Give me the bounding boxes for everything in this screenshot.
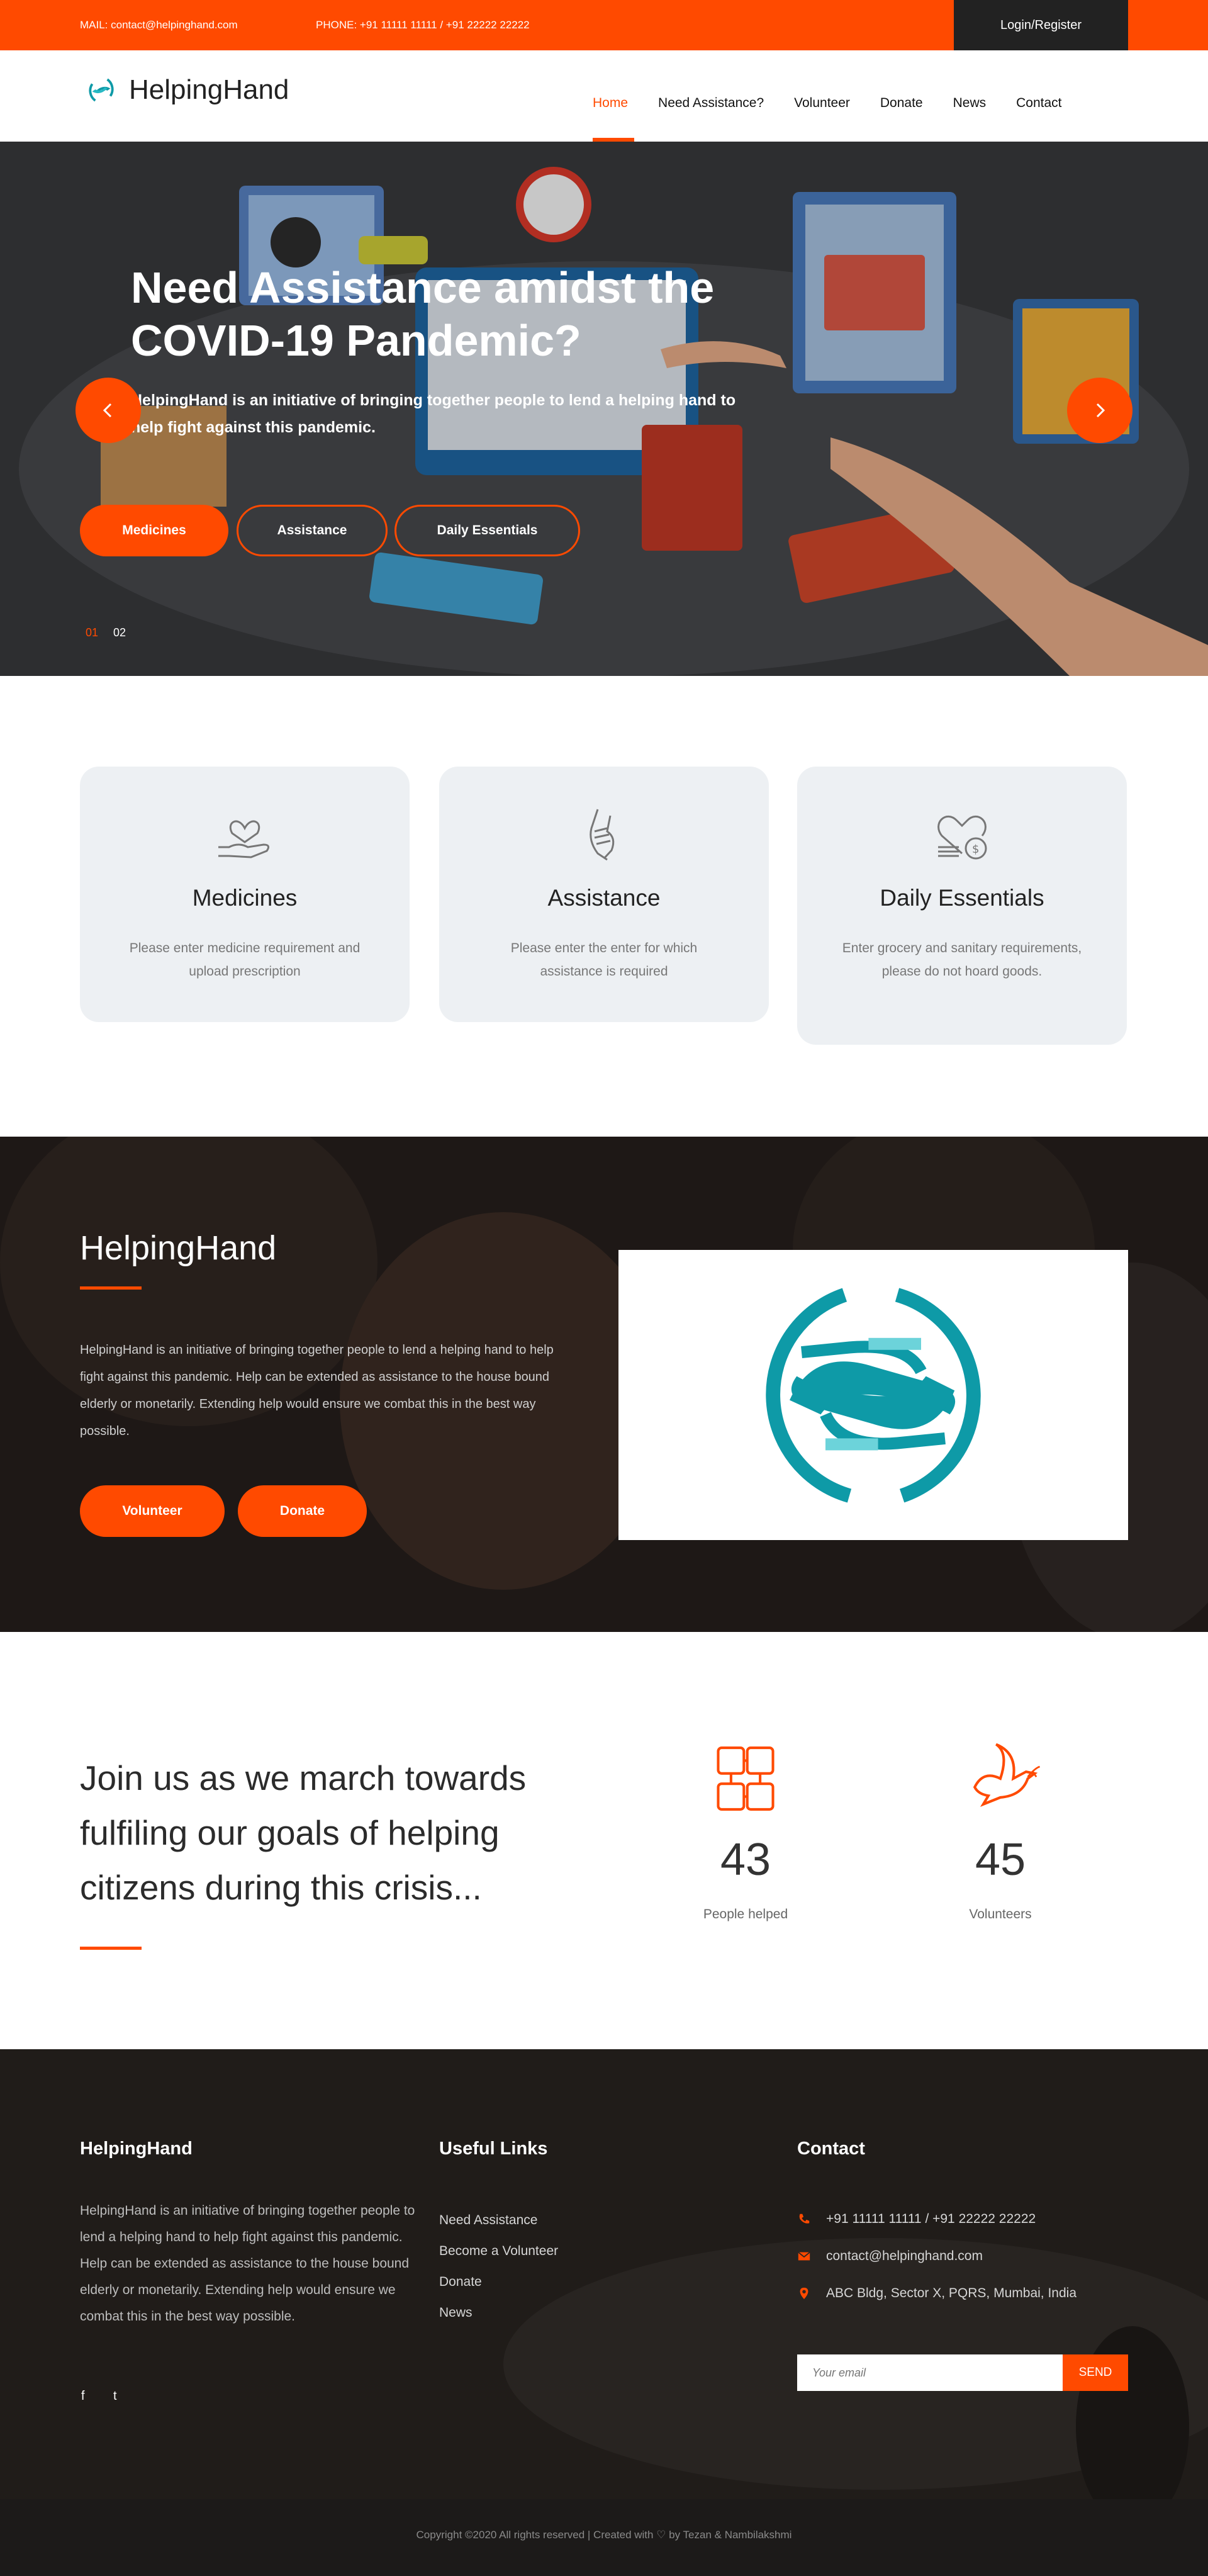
service-desc: Please enter medicine requirement and up…	[129, 941, 361, 979]
nav-links: Home Need Assistance? Volunteer Donate N…	[593, 96, 1092, 111]
service-card-assistance[interactable]: Assistance Please enter the enter for wh…	[439, 767, 769, 1022]
top-phone: PHONE: +91 11111 11111 / +91 22222 22222	[316, 19, 530, 31]
footer-contact-mail: contact@helpinghand.com	[797, 2249, 983, 2264]
about-logo-image	[618, 1250, 1128, 1540]
footer-link-need-assistance[interactable]: Need Assistance	[439, 2213, 537, 2228]
location-pin-icon	[800, 2287, 808, 2300]
hero-daily-essentials-button[interactable]: Daily Essentials	[394, 505, 580, 556]
chevron-right-icon	[1096, 403, 1105, 418]
stat-value: 43	[720, 1835, 771, 1885]
nav-need-assistance[interactable]: Need Assistance?	[658, 96, 764, 111]
newsletter-form: SEND	[797, 2354, 1128, 2391]
about-section: HelpingHand HelpingHand is an initiative…	[0, 1137, 1208, 1632]
about-divider	[80, 1286, 142, 1290]
footer-contact-address: ABC Bldg, Sector X, PQRS, Mumbai, India	[797, 2286, 1077, 2301]
hero-title: Need Assistance amidst the COVID-19 Pand…	[131, 263, 715, 365]
brand[interactable]: HelpingHand	[86, 74, 289, 106]
joined-hands-icon	[717, 1746, 775, 1811]
contact-phone-text: +91 11111 11111 / +91 22222 22222	[826, 2212, 1036, 2226]
slide-indicator-2[interactable]: 02	[113, 626, 126, 639]
login-register-button[interactable]: Login/Register	[954, 0, 1128, 50]
hero-slider: Need Assistance amidst the COVID-19 Pand…	[0, 142, 1208, 676]
footer-contact-heading: Contact	[797, 2139, 865, 2159]
footer-link-become-volunteer[interactable]: Become a Volunteer	[439, 2244, 558, 2259]
service-card-daily-essentials[interactable]: $ Daily Essentials Enter grocery and san…	[797, 767, 1127, 1045]
join-divider	[80, 1947, 142, 1950]
nav-news[interactable]: News	[953, 96, 987, 111]
facebook-icon[interactable]: f	[81, 2389, 85, 2404]
service-title: Medicines	[192, 885, 298, 911]
service-desc: Enter grocery and sanitary requirements,…	[842, 941, 1082, 979]
helping-hands-icon	[590, 809, 615, 861]
brand-name: HelpingHand	[129, 74, 289, 105]
service-card-medicines[interactable]: Medicines Please enter medicine requirem…	[80, 767, 410, 1022]
slider-prev-button[interactable]	[76, 378, 141, 443]
newsletter-send-button[interactable]: SEND	[1063, 2354, 1128, 2391]
stat-value: 45	[975, 1835, 1026, 1885]
join-title: Join us as we march towards fulfiling ou…	[80, 1758, 527, 1907]
contact-mail-text: contact@helpinghand.com	[826, 2249, 983, 2263]
logo-icon	[89, 78, 114, 102]
service-desc: Please enter the enter for which assista…	[510, 941, 698, 979]
top-mail: MAIL: contact@helpinghand.com	[80, 19, 238, 31]
slide-indicator-1[interactable]: 01	[86, 626, 98, 639]
stat-label: People helped	[703, 1907, 788, 1921]
dove-icon	[973, 1743, 1041, 1807]
about-title: HelpingHand	[80, 1229, 277, 1267]
footer-link-news[interactable]: News	[439, 2305, 473, 2320]
service-title: Assistance	[547, 885, 661, 911]
hero-medicines-button[interactable]: Medicines	[80, 505, 228, 556]
footer-links-heading: Useful Links	[439, 2139, 548, 2159]
hero-subtitle: HelpingHand is an initiative of bringing…	[131, 391, 736, 436]
nav-home[interactable]: Home	[593, 96, 628, 111]
phone-icon	[799, 2213, 810, 2224]
footer-link-donate[interactable]: Donate	[439, 2275, 482, 2290]
newsletter-email-input[interactable]	[797, 2354, 1063, 2391]
twitter-icon[interactable]: t	[113, 2389, 117, 2404]
stat-people-helped: 43 People helped	[632, 1736, 859, 1922]
heart-in-hand-icon	[218, 820, 270, 858]
service-title: Daily Essentials	[880, 885, 1044, 911]
helpinghand-logo-icon	[766, 1287, 981, 1503]
nav-volunteer[interactable]: Volunteer	[794, 96, 850, 111]
footer-about-heading: HelpingHand	[80, 2139, 193, 2159]
about-volunteer-button[interactable]: Volunteer	[80, 1485, 225, 1537]
footer-contact-phone: +91 11111 11111 / +91 22222 22222	[797, 2212, 1036, 2227]
top-bar: MAIL: contact@helpinghand.com PHONE: +91…	[0, 0, 1208, 50]
heart-coins-icon: $	[937, 815, 987, 860]
nav-contact[interactable]: Contact	[1016, 96, 1061, 111]
contact-address-text: ABC Bldg, Sector X, PQRS, Mumbai, India	[826, 2286, 1077, 2300]
nav-donate[interactable]: Donate	[880, 96, 923, 111]
svg-text:$: $	[972, 843, 979, 856]
stat-label: Volunteers	[969, 1907, 1032, 1921]
about-text: HelpingHand is an initiative of bringing…	[80, 1343, 554, 1438]
copyright-text: Copyright ©2020 All rights reserved | Cr…	[416, 2529, 792, 2541]
footer-about-text: HelpingHand is an initiative of bringing…	[80, 2203, 415, 2324]
footer: HelpingHand HelpingHand is an initiative…	[0, 2049, 1208, 2499]
mail-icon	[798, 2251, 810, 2261]
copyright-bar: Copyright ©2020 All rights reserved | Cr…	[0, 2499, 1208, 2576]
hero-assistance-button[interactable]: Assistance	[237, 505, 388, 556]
stat-volunteers: 45 Volunteers	[887, 1736, 1114, 1922]
about-donate-button[interactable]: Donate	[238, 1485, 367, 1537]
slider-next-button[interactable]	[1067, 378, 1132, 443]
chevron-left-icon	[103, 403, 112, 418]
